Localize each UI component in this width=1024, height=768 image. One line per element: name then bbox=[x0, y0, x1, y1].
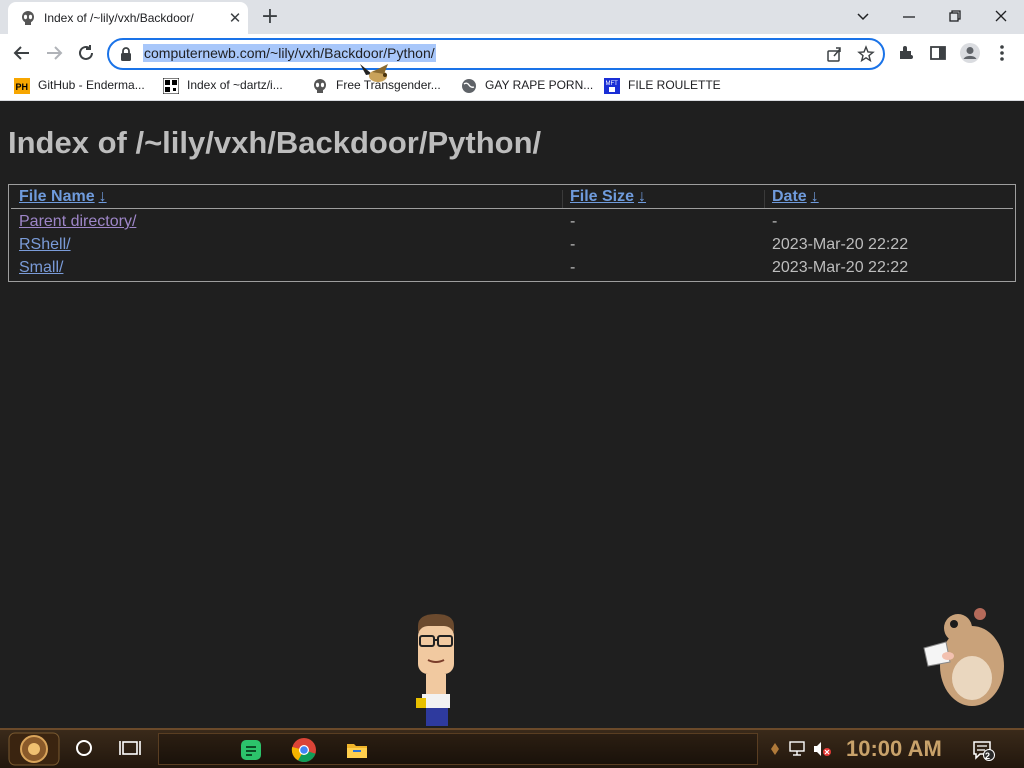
reload-icon bbox=[79, 45, 93, 60]
qr-icon bbox=[163, 78, 179, 94]
reload-button[interactable] bbox=[74, 41, 98, 65]
extensions-icon[interactable] bbox=[897, 44, 915, 62]
sort-arrow-icon: ↓ bbox=[638, 188, 647, 205]
file-size-cell: - bbox=[570, 213, 576, 230]
notification-badge: 2 bbox=[985, 751, 991, 761]
forward-button[interactable] bbox=[42, 41, 66, 65]
new-tab-button[interactable]: + bbox=[258, 6, 282, 28]
bookmark-item[interactable]: MFT FILE ROULETTE bbox=[604, 76, 728, 96]
taskbar-clock[interactable]: 10:00 AM bbox=[846, 736, 942, 762]
start-button-icon[interactable] bbox=[8, 732, 60, 766]
tray-gem-icon bbox=[771, 743, 779, 755]
address-bar[interactable]: computernewb.com/~lily/vxh/Backdoor/Pyth… bbox=[107, 38, 885, 70]
column-header-date[interactable]: Date ↓ bbox=[772, 188, 819, 206]
mft-icon: MFT bbox=[604, 78, 620, 94]
side-panel-icon[interactable] bbox=[929, 44, 947, 62]
tab-close-icon[interactable]: ✕ bbox=[226, 9, 244, 27]
column-header-label: Date bbox=[772, 188, 807, 205]
globe-icon bbox=[462, 79, 476, 93]
taskbar: 10:00 AM 2 bbox=[0, 728, 1024, 768]
share-icon[interactable] bbox=[825, 45, 843, 63]
tab-active[interactable]: Index of /~lily/vxh/Backdoor/ ✕ bbox=[8, 2, 248, 34]
profile-avatar-icon[interactable] bbox=[959, 42, 981, 64]
tab-search-icon[interactable] bbox=[848, 4, 878, 28]
file-listing-table: File Name ↓ File Size ↓ Date ↓ Parent direc… bbox=[8, 184, 1016, 282]
minimize-button[interactable] bbox=[894, 4, 924, 28]
file-date-cell: 2023-Mar-20 22:22 bbox=[772, 259, 909, 276]
notes-app-icon[interactable] bbox=[239, 738, 263, 762]
svg-text:PH: PH bbox=[16, 82, 29, 92]
task-view-icon[interactable] bbox=[118, 736, 142, 760]
taskbar-apps-area bbox=[158, 733, 758, 765]
bookmark-star-icon[interactable] bbox=[857, 45, 875, 63]
sort-arrow-icon: ↓ bbox=[98, 188, 107, 205]
search-circle-icon[interactable] bbox=[72, 736, 96, 760]
back-button[interactable] bbox=[10, 41, 34, 65]
page-content: Index of /~lily/vxh/Backdoor/Python/ Fil… bbox=[0, 101, 1024, 728]
column-header-file-size[interactable]: File Size ↓ bbox=[570, 188, 646, 206]
file-size-cell: - bbox=[570, 236, 576, 253]
bird-cursor-icon bbox=[360, 64, 388, 82]
bookmark-label: FILE ROULETTE bbox=[628, 78, 721, 92]
column-header-label: File Size bbox=[570, 188, 635, 205]
network-icon[interactable] bbox=[788, 740, 808, 758]
browser-toolbar: computernewb.com/~lily/vxh/Backdoor/Pyth… bbox=[0, 34, 1024, 72]
notification-center-icon[interactable] bbox=[972, 740, 996, 762]
bookmark-label: GitHub - Enderma... bbox=[38, 78, 145, 92]
column-divider bbox=[764, 190, 765, 208]
bookmark-label: Index of ~dartz/i... bbox=[187, 78, 283, 92]
page-title: Index of /~lily/vxh/Backdoor/Python/ bbox=[8, 125, 542, 160]
file-link-rshell[interactable]: RShell/ bbox=[19, 236, 71, 254]
lock-icon bbox=[121, 47, 131, 61]
file-date-cell: - bbox=[772, 213, 778, 230]
sort-arrow-icon: ↓ bbox=[810, 188, 819, 205]
column-header-file-name[interactable]: File Name ↓ bbox=[19, 188, 107, 206]
header-divider bbox=[11, 208, 1013, 209]
ph-icon: PH bbox=[14, 78, 30, 94]
column-divider bbox=[562, 190, 563, 208]
back-arrow-icon bbox=[13, 46, 29, 60]
file-link-parent-directory[interactable]: Parent directory/ bbox=[19, 213, 136, 231]
chrome-app-icon[interactable] bbox=[291, 737, 317, 763]
tab-title: Index of /~lily/vxh/Backdoor/ bbox=[44, 11, 194, 25]
alien-icon bbox=[314, 79, 326, 93]
svg-text:MFT: MFT bbox=[606, 81, 619, 87]
bookmark-item[interactable]: Index of ~dartz/i... bbox=[163, 76, 299, 96]
hamster-icon bbox=[923, 608, 1004, 706]
file-size-cell: - bbox=[570, 259, 576, 276]
close-window-button[interactable] bbox=[986, 4, 1016, 28]
column-header-label: File Name bbox=[19, 188, 95, 205]
menu-kebab-icon[interactable] bbox=[996, 44, 1008, 62]
file-link-small[interactable]: Small/ bbox=[19, 259, 63, 277]
cartoon-man-icon bbox=[416, 614, 454, 726]
bookmarks-bar: PH GitHub - Enderma... Index of ~dartz/i… bbox=[0, 72, 1024, 101]
restore-button[interactable] bbox=[940, 4, 970, 28]
alien-favicon-icon bbox=[22, 11, 34, 25]
file-date-cell: 2023-Mar-20 22:22 bbox=[772, 236, 909, 253]
bookmark-label: GAY RAPE PORN... bbox=[485, 78, 594, 92]
bookmark-item[interactable]: PH GitHub - Enderma... bbox=[14, 76, 150, 96]
system-tray: 10:00 AM 2 bbox=[770, 730, 1024, 768]
bookmark-item[interactable]: GAY RAPE PORN... bbox=[461, 76, 593, 96]
volume-muted-icon[interactable] bbox=[812, 740, 832, 758]
forward-arrow-icon bbox=[47, 46, 63, 60]
title-bar: Index of /~lily/vxh/Backdoor/ ✕ + bbox=[0, 0, 1024, 34]
file-explorer-icon[interactable] bbox=[345, 738, 369, 762]
